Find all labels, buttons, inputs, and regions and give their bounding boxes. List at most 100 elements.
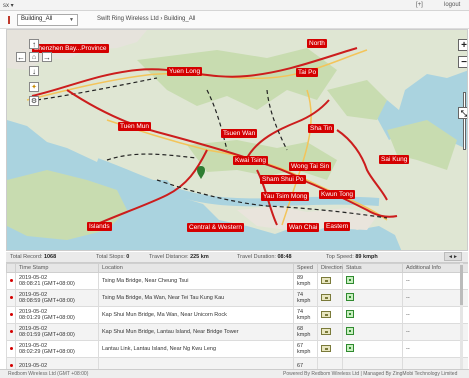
direction-icon[interactable] (321, 310, 331, 318)
place-label[interactable]: Tai Po (296, 68, 319, 77)
place-label[interactable]: Wong Tai Sin (289, 162, 332, 171)
column-header[interactable]: Status (342, 263, 403, 273)
place-label[interactable]: Sha Tin (308, 124, 335, 133)
settings-icon[interactable]: ⚙ (29, 96, 39, 106)
place-label[interactable]: Yau Tsim Mong (261, 192, 310, 201)
status-icon[interactable] (346, 310, 354, 318)
row-speed-unit: kmph (297, 281, 311, 287)
column-header[interactable]: Speed (293, 263, 318, 273)
logout-link[interactable]: logout (444, 2, 460, 8)
breadcrumb: Swift Ring Wireless Ltd › Building_All (97, 16, 196, 22)
row-location: Tsing Ma Bridge, Near Cheung Tsui (98, 272, 294, 290)
table-row[interactable]: 2019-05-02 67 (6, 357, 468, 369)
expand-link[interactable]: [+] (416, 2, 423, 8)
table-header: Time Stamp Location Speed Direction Stat… (6, 263, 468, 273)
place-label[interactable]: Sai Kung (379, 155, 410, 164)
zoom-out-button[interactable]: − (458, 56, 467, 68)
row-time: 08:01:29 (GMT+08:00) (19, 315, 75, 321)
fullscreen-icon[interactable]: ⤡ (458, 107, 467, 119)
column-header (6, 263, 16, 273)
footer-company: Redbom Wireless Ltd (GMT +08:00) (8, 371, 89, 377)
status-icon[interactable] (346, 327, 354, 335)
place-label[interactable]: Tsuen Wan (221, 129, 258, 138)
direction-icon[interactable] (321, 293, 331, 301)
table-row[interactable]: 2019-05-02 08:08:21 (GMT+08:00) Tsing Ma … (6, 272, 468, 290)
column-header[interactable]: Time Stamp (15, 263, 99, 273)
place-label[interactable]: Sham Shui Po (260, 175, 306, 184)
travel-duration: Travel Duration: 08:48 (237, 254, 292, 260)
direction-icon[interactable] (321, 327, 331, 335)
home-icon[interactable]: ⌂ (29, 52, 39, 62)
top-bar: sx ▾ [+] logout (0, 0, 469, 11)
row-marker-icon (10, 296, 13, 299)
place-label[interactable]: Islands (87, 222, 112, 231)
map-view[interactable]: Shenzhen Bay...Province North Yuen Long … (6, 29, 468, 251)
table-row[interactable]: 2019-05-02 08:08:59 (GMT+08:00) Tsing Ma … (6, 289, 468, 307)
row-info: -- (402, 323, 468, 341)
zoom-in-button[interactable]: + (458, 39, 467, 51)
trip-summary: Total Record: 1068 Total Stops: 0 Travel… (6, 252, 468, 263)
row-time: 08:02:29 (GMT+08:00) (19, 349, 75, 355)
pan-up-button[interactable]: ↑ (29, 39, 39, 49)
place-label[interactable]: North (307, 39, 327, 48)
toolbar: Building_All ▼ Swift Ring Wireless Ltd ›… (0, 11, 469, 29)
row-info (402, 357, 468, 369)
row-location: Lantau Link, Lantau Island, Near Ng Kwu … (98, 340, 294, 358)
pan-down-button[interactable]: ↓ (29, 66, 39, 76)
travel-distance: Travel Distance: 225 km (149, 254, 209, 260)
user-menu[interactable]: sx ▾ (3, 2, 14, 9)
total-record: Total Record: 1068 (10, 254, 57, 260)
place-label[interactable]: Kwai Tsing (233, 156, 268, 165)
row-info: -- (402, 272, 468, 290)
status-icon[interactable] (346, 293, 354, 301)
row-speed-unit: kmph (297, 315, 311, 321)
status-icon[interactable] (346, 276, 354, 284)
place-label[interactable]: Kwun Tong (319, 190, 356, 199)
row-location (98, 357, 294, 369)
row-marker-icon (10, 279, 13, 282)
row-marker-icon (10, 347, 13, 350)
pan-left-button[interactable]: ← (16, 52, 26, 62)
row-marker-icon (10, 330, 13, 333)
building-select-value: Building_All (21, 16, 53, 22)
row-location: Kap Shui Mun Bridge, Ma Wan, Near Unicor… (98, 306, 294, 324)
total-stops: Total Stops: 0 (96, 254, 130, 260)
zoom-slider-track[interactable] (463, 92, 466, 150)
column-header[interactable]: Location (98, 263, 294, 273)
place-label[interactable]: Central & Western (187, 223, 244, 232)
layers-icon[interactable]: ✦ (29, 82, 39, 92)
place-label[interactable]: Wan Chai (287, 223, 320, 232)
records-table: Time Stamp Location Speed Direction Stat… (6, 263, 468, 369)
row-speed-unit: kmph (297, 332, 311, 338)
collapse-tab[interactable]: ◄► (444, 252, 462, 261)
table-row[interactable]: 2019-05-02 08:02:29 (GMT+08:00) Lantau Li… (6, 340, 468, 358)
column-header[interactable]: Additional Info (402, 263, 468, 273)
row-info: -- (402, 289, 468, 307)
table-row[interactable]: 2019-05-02 08:01:29 (GMT+08:00) Kap Shui … (6, 306, 468, 324)
table-scrollbar[interactable] (460, 263, 463, 369)
chevron-down-icon: ▼ (69, 17, 74, 23)
status-icon[interactable] (346, 344, 354, 352)
row-marker-icon (10, 313, 13, 316)
row-location: Tsing Ma Bridge, Ma Wan, Near Tei Tau Ku… (98, 289, 294, 307)
building-select[interactable]: Building_All ▼ (17, 14, 78, 26)
scrollbar-thumb[interactable] (460, 265, 463, 305)
row-marker-icon (10, 364, 13, 367)
red-marker (8, 16, 10, 24)
place-label[interactable]: Yuen Long (167, 67, 203, 76)
row-info: -- (402, 306, 468, 324)
table-row[interactable]: 2019-05-02 08:01:59 (GMT+08:00) Kap Shui … (6, 323, 468, 341)
row-speed-unit: kmph (297, 298, 311, 304)
row-location: Kap Shui Mun Bridge, Lantau Island, Near… (98, 323, 294, 341)
row-time: 08:08:21 (GMT+08:00) (19, 281, 75, 287)
row-time: 08:08:59 (GMT+08:00) (19, 298, 75, 304)
map-base (7, 30, 467, 250)
direction-icon[interactable] (321, 276, 331, 284)
direction-icon[interactable] (321, 344, 331, 352)
place-label[interactable]: Eastern (324, 222, 351, 231)
pan-right-button[interactable]: → (42, 52, 52, 62)
row-speed-unit: kmph (297, 349, 311, 355)
column-header[interactable]: Direction (317, 263, 343, 273)
place-label[interactable]: Tuen Mun (118, 122, 152, 131)
row-time: 08:01:59 (GMT+08:00) (19, 332, 75, 338)
